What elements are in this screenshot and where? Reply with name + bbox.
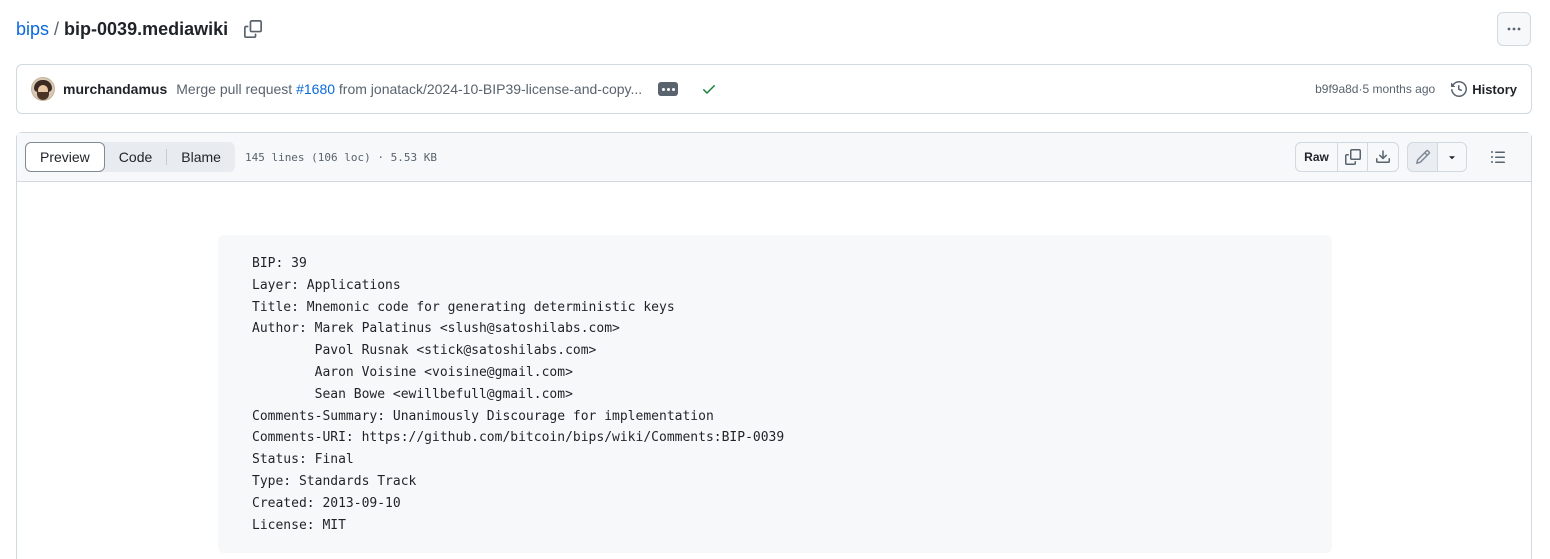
commit-sha-link[interactable]: b9f9a8d [1315, 82, 1358, 96]
outline-button[interactable] [1483, 142, 1513, 172]
check-icon[interactable] [700, 80, 718, 98]
copy-icon [1344, 149, 1361, 165]
commit-message[interactable]: Merge pull request #1680 from jonatack/2… [176, 81, 642, 97]
download-icon [1376, 150, 1390, 163]
copy-path-button[interactable] [242, 18, 264, 40]
raw-button[interactable]: Raw [1296, 143, 1338, 171]
preamble-block: BIP: 39 Layer: Applications Title: Mnemo… [218, 235, 1332, 553]
commit-age: 5 months ago [1362, 82, 1436, 96]
file-viewer: Preview Code Blame 145 lines (106 loc) ·… [16, 132, 1532, 559]
expand-commit-message-button[interactable] [658, 82, 679, 96]
breadcrumb-file-name: bip-0039.mediawiki [64, 18, 229, 39]
list-unordered-icon [1491, 151, 1505, 163]
view-mode-tabs: Preview Code Blame [25, 142, 235, 172]
commit-meta: b9f9a8d · 5 months ago History [1315, 81, 1517, 97]
file-stats: 145 lines (106 loc) · 5.53 KB [244, 150, 438, 164]
commit-author[interactable]: murchandamus [63, 81, 167, 97]
history-label: History [1472, 81, 1517, 97]
breadcrumb-separator: / [54, 18, 60, 39]
more-options-button[interactable] [1497, 12, 1531, 46]
copy-icon [244, 20, 263, 38]
breadcrumb-repo-link[interactable]: bips [16, 19, 49, 40]
latest-commit-bar: murchandamus Merge pull request #1680 fr… [16, 64, 1532, 114]
copy-raw-button[interactable] [1338, 143, 1368, 171]
tab-code[interactable]: Code [105, 142, 166, 172]
commit-message-prefix[interactable]: Merge pull request [176, 81, 296, 97]
edit-dropdown-button[interactable] [1438, 143, 1466, 171]
tab-preview[interactable]: Preview [25, 142, 105, 172]
tab-blame[interactable]: Blame [167, 142, 235, 172]
pencil-icon [1415, 149, 1430, 165]
edit-file-button[interactable] [1408, 143, 1438, 171]
raw-actions-group: Raw [1295, 142, 1399, 172]
file-header: Preview Code Blame 145 lines (106 loc) ·… [17, 133, 1531, 182]
history-button[interactable]: History [1451, 81, 1517, 97]
commit-message-suffix[interactable]: from jonatack/2024-10-BIP39-license-and-… [335, 81, 642, 97]
history-icon [1451, 81, 1468, 97]
edit-actions-group [1407, 142, 1467, 172]
download-raw-button[interactable] [1368, 143, 1398, 171]
avatar[interactable] [31, 77, 55, 101]
kebab-horizontal-icon [1507, 27, 1521, 31]
pull-request-link[interactable]: #1680 [296, 81, 335, 97]
breadcrumb: bips / bip-0039.mediawiki [16, 16, 264, 42]
preamble-text: BIP: 39 Layer: Applications Title: Mnemo… [252, 256, 785, 533]
triangle-down-icon [1449, 156, 1455, 160]
